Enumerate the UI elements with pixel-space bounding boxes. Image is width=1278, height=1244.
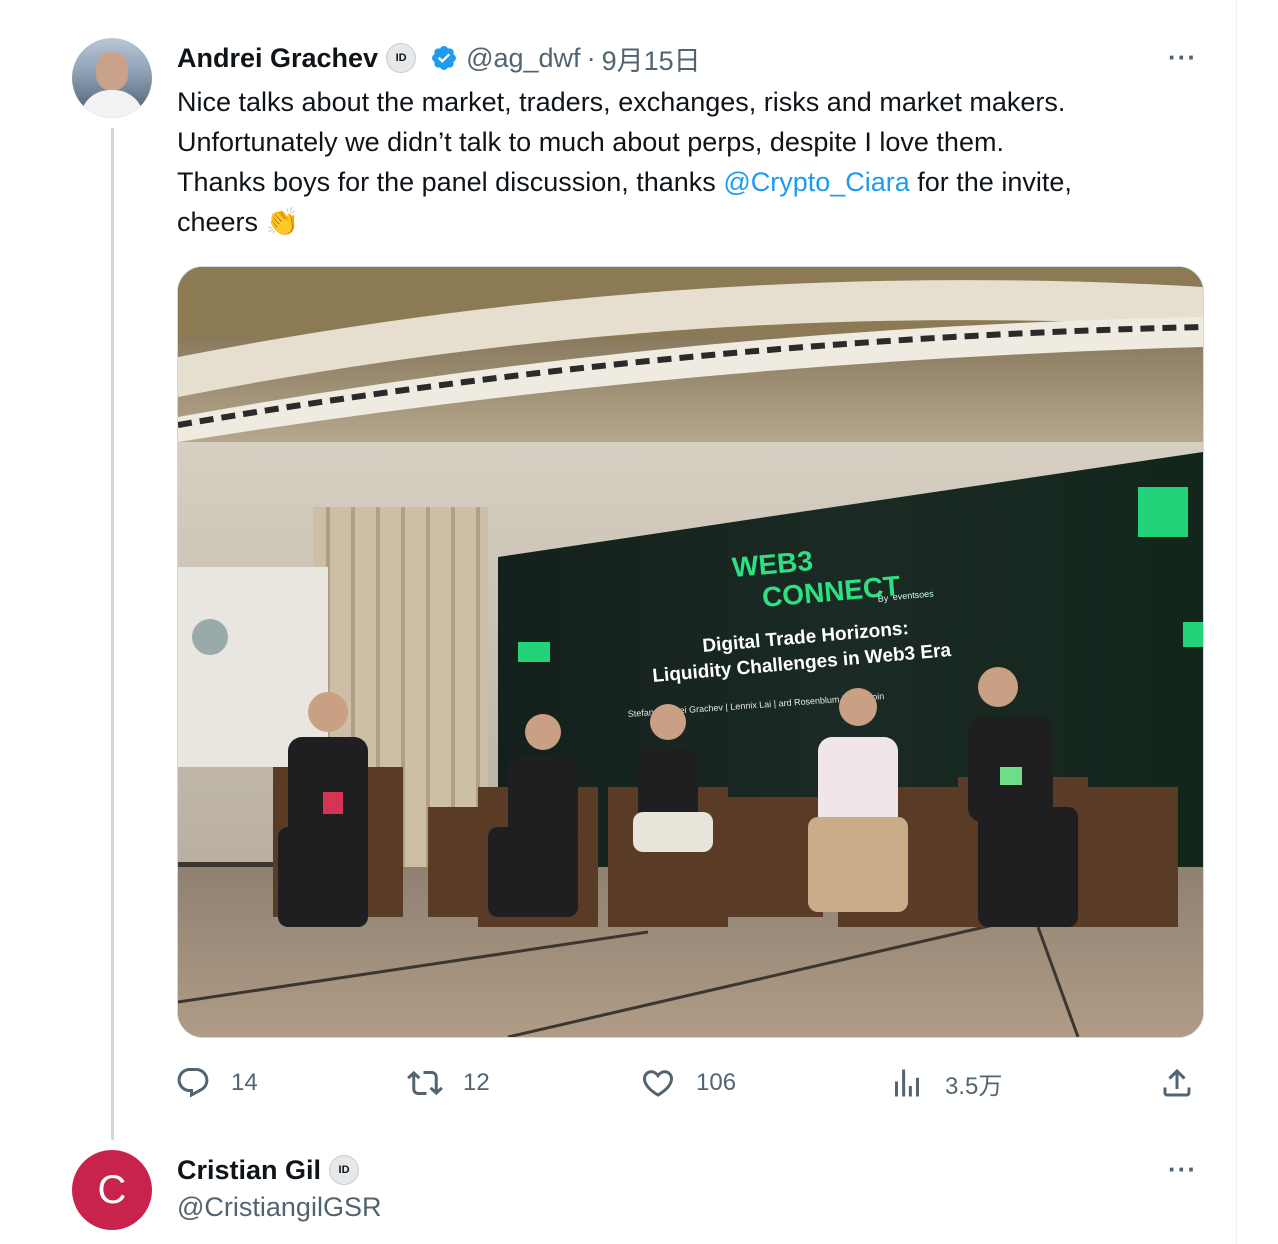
author-avatar[interactable] (72, 38, 152, 118)
tweet-text-segment: for the invite, (909, 167, 1072, 197)
reply-count: 14 (231, 1069, 258, 1096)
id-badge-icon: ID (386, 43, 417, 73)
tweet-text-line: Nice talks about the market, traders, ex… (177, 87, 1066, 117)
mention-link[interactable]: @Crypto_Ciara (723, 167, 909, 197)
like-count: 106 (696, 1069, 737, 1096)
like-button[interactable]: 106 (640, 1060, 736, 1106)
heart-icon (642, 1070, 674, 1097)
tweet-text-line: Thanks boys for the panel discussion, th… (177, 162, 1217, 202)
views-icon (895, 1069, 919, 1097)
thread-connector-line (111, 128, 114, 1140)
reply-author-handle[interactable]: @CristiangilGSR (177, 1192, 381, 1223)
reply-author-name[interactable]: Cristian Gil (177, 1155, 321, 1186)
views-button[interactable]: 3.5万 (889, 1060, 1002, 1106)
reply-author-avatar[interactable]: C (72, 1150, 152, 1230)
id-badge-icon: ID (329, 1155, 360, 1185)
tweet-date[interactable]: 9月15日 (602, 39, 701, 78)
tweet-text-segment: Thanks boys for the panel discussion, th… (177, 167, 724, 197)
share-button[interactable] (1159, 1060, 1195, 1106)
reply-header: Cristian Gil ID (177, 1152, 360, 1188)
screen-logo-by: By (877, 593, 889, 604)
more-options-icon[interactable]: ··· (1168, 42, 1197, 73)
reply-more-options-icon[interactable]: ··· (1168, 1154, 1197, 1185)
share-icon (1163, 1068, 1191, 1097)
tweet-header: Andrei Grachev ID @ag_dwf · 9月15日 (177, 40, 701, 76)
retweet-icon (407, 1070, 443, 1096)
verified-badge-icon[interactable] (430, 44, 458, 72)
author-handle[interactable]: @ag_dwf (466, 43, 580, 74)
tweet-text-line: cheers 👏 (177, 202, 1217, 242)
avatar-shirt (80, 90, 144, 118)
tweet-text: Nice talks about the market, traders, ex… (177, 82, 1217, 242)
avatar-face (96, 52, 128, 90)
reply-button[interactable]: 14 (175, 1060, 258, 1106)
column-border (1236, 0, 1237, 1244)
views-count: 3.5万 (945, 1072, 1003, 1100)
author-name[interactable]: Andrei Grachev (177, 43, 378, 74)
tweet-text-segment: cheers (177, 207, 266, 237)
tweet-text-line: Unfortunately we didn’t talk to much abo… (177, 127, 1004, 157)
dot-separator: · (586, 42, 596, 73)
retweet-button[interactable]: 12 (407, 1060, 490, 1106)
tweet-photo[interactable]: WEB3 CONNECT By eventsoes Digital Trade … (177, 266, 1204, 1038)
tweet-actions-bar: 14 12 106 3.5万 (175, 1060, 1205, 1106)
reply-icon (177, 1068, 209, 1098)
panel-photo-illustration: WEB3 CONNECT By eventsoes Digital Trade … (178, 267, 1203, 1037)
retweet-count: 12 (463, 1069, 490, 1096)
clapping-hands-emoji: 👏 (265, 207, 300, 237)
